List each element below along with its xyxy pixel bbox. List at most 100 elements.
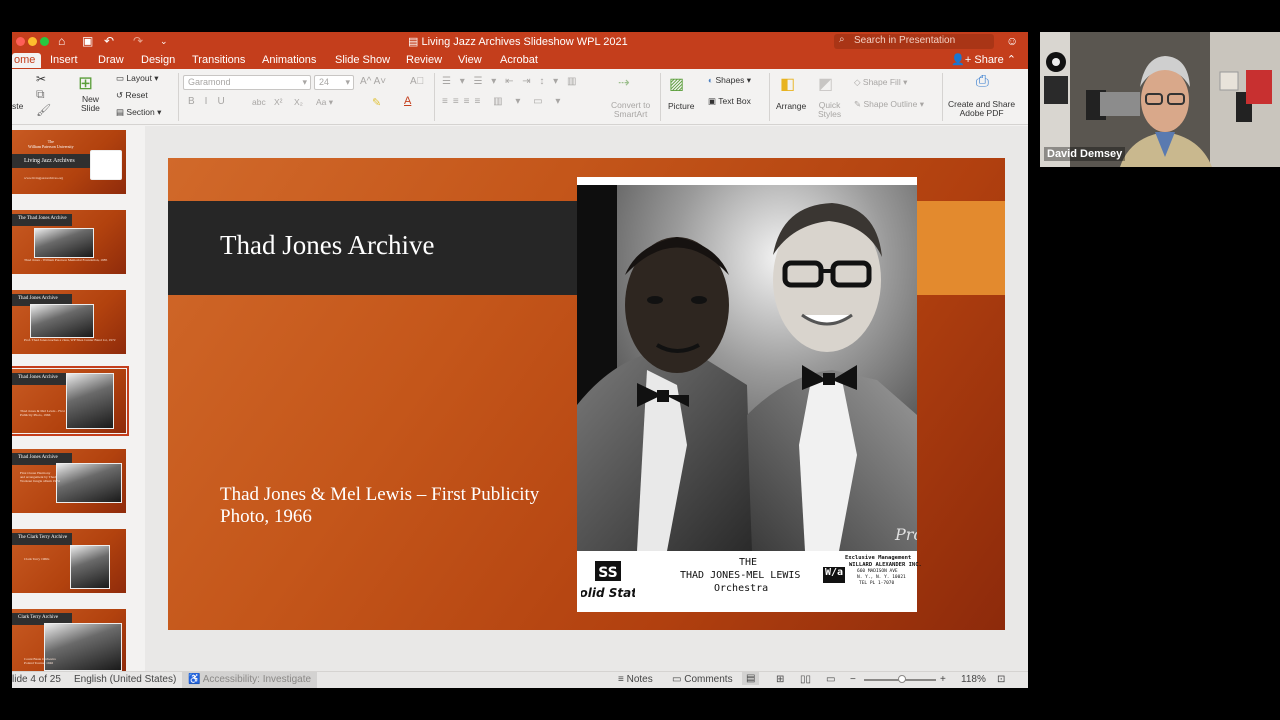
thumb-caption: First Ocean Harmony and arrangement by T… [20, 471, 60, 483]
slide-thumbnail[interactable]: The Thad Jones Archive Thad Jones - Willi… [12, 210, 126, 274]
smartart-icon[interactable]: ⇢ [618, 74, 630, 91]
strikethrough-icon[interactable]: abc [252, 97, 266, 107]
mgmt-address-2: N. Y., N. Y. 10021 [857, 575, 906, 580]
reset-button[interactable]: ↺ Reset [116, 90, 148, 101]
shape-fill-button[interactable]: ◇ Shape Fill ▾ [854, 77, 907, 88]
arrange-button[interactable]: Arrange [776, 101, 806, 111]
font-color-icon[interactable]: A [404, 95, 411, 107]
tab-review[interactable]: Review [406, 54, 442, 66]
tab-insert[interactable]: Insert [50, 54, 78, 66]
tab-ome[interactable]: ome [12, 53, 42, 68]
normal-view-icon[interactable]: ▤ [742, 672, 760, 685]
thumb-photo [44, 623, 122, 671]
new-slide-icon[interactable]: ⊞ [78, 73, 93, 94]
tab-draw[interactable]: Draw [98, 54, 124, 66]
section-button[interactable]: ▤ Section ▾ [116, 107, 161, 118]
shapes-button[interactable]: ◐ Shapes ▾ [708, 75, 751, 86]
slide-title[interactable]: Thad Jones Archive [220, 230, 434, 261]
slide-sorter-icon[interactable]: ⊞ [776, 674, 784, 685]
language-indicator[interactable]: English (United States) [74, 674, 176, 685]
layout-button[interactable]: ▭ Layout ▾ [116, 73, 159, 84]
customize-toolbar-icon[interactable]: ⌄ [160, 34, 168, 49]
grow-font-icon[interactable]: A^ A˅ [360, 76, 386, 87]
text-box-button[interactable]: ▣ Text Box [708, 96, 751, 107]
highlight-icon[interactable]: ✎ [372, 96, 381, 109]
picture-button[interactable]: Picture [668, 101, 694, 111]
zoom-level[interactable]: 118% [961, 674, 986, 685]
copy-icon[interactable]: ⧉ [36, 87, 45, 102]
search-input[interactable]: ⌕ Search in Presentation [834, 34, 994, 49]
thumb-title: The Clark Terry Archive [18, 535, 68, 540]
close-window-icon[interactable] [16, 37, 25, 46]
save-icon[interactable]: ▣ [82, 34, 93, 49]
arrange-icon[interactable]: ◧ [780, 74, 795, 94]
cut-icon[interactable]: ✂ [36, 72, 46, 86]
share-button[interactable]: 👤+ Share ⌃ [951, 53, 1016, 66]
slide-thumbnail[interactable]: Clark Terry Archive Count Basie Orchestra… [12, 609, 126, 671]
picture-icon[interactable]: ▨ [669, 74, 684, 94]
thumb-caption: Thad Jones & Mel Lewis - First Publicity… [20, 409, 65, 417]
home-icon[interactable]: ⌂ [58, 34, 65, 49]
quick-styles-icon[interactable]: ◩ [818, 74, 833, 94]
zoom-window-icon[interactable] [40, 37, 49, 46]
slide-thumbnail[interactable]: The Clark Terry Archive Clark Terry 1960s [12, 529, 126, 593]
minimize-window-icon[interactable] [28, 37, 37, 46]
slide-thumbnail[interactable]: Thad Jones Archive Thad Jones & Mel Lewis… [12, 366, 129, 436]
band-orchestra-name: THAD JONES-MEL LEWIS [680, 570, 801, 581]
zoom-out-icon[interactable]: − [850, 674, 856, 685]
reading-view-icon[interactable]: ▯▯ [800, 674, 811, 685]
thumb-photo [34, 228, 94, 258]
publicity-photo[interactable]: Pro SS Solid State THE THAD JONES-MEL LE… [577, 177, 922, 612]
slide-thumbnail[interactable]: Thad Jones Archive Prof. Thad Jones teach… [12, 290, 126, 354]
tab-transitions[interactable]: Transitions [192, 54, 245, 66]
text-case-icon[interactable]: Aa ▾ [316, 97, 333, 108]
tab-design[interactable]: Design [141, 54, 175, 66]
tab-slide-show[interactable]: Slide Show [335, 54, 390, 66]
photographer-signature: Pro [894, 525, 917, 544]
slide-caption[interactable]: Thad Jones & Mel Lewis – First Publicity… [220, 484, 540, 528]
quick-styles-button[interactable]: Quick Styles [818, 101, 841, 119]
thumb-caption: www.livingjazzarchives.org [24, 176, 64, 180]
new-slide-button[interactable]: New Slide [81, 95, 100, 113]
zoom-slider[interactable] [864, 675, 936, 683]
font-name-select[interactable]: Garamond ▾ [183, 75, 311, 90]
redo-icon[interactable]: ↷ [133, 34, 143, 49]
comments-button[interactable]: ▭ Comments [672, 674, 733, 685]
thumb-title: Thad Jones Archive [18, 296, 58, 301]
portrait-illustration: Pro [577, 185, 917, 551]
font-size-select[interactable]: 24 ▾ [314, 75, 354, 90]
undo-icon[interactable]: ↶ [104, 34, 114, 49]
convert-smartart-button[interactable]: Convert to SmartArt [611, 101, 650, 119]
subscript-icon[interactable]: X₂ [294, 97, 303, 107]
user-account-icon[interactable]: ☺ [1006, 34, 1018, 49]
list-icons[interactable]: ☰ ▾ ☰ ▾ ⇤ ⇥ ↕ ▾ ▥ [442, 76, 579, 87]
slideshow-icon[interactable]: ▭ [826, 674, 835, 685]
slide-4[interactable]: Thad Jones Archive Thad Jones & Mel Lewi… [168, 158, 1005, 630]
notes-button[interactable]: ≡ Notes [618, 674, 653, 685]
tab-acrobat[interactable]: Acrobat [500, 54, 538, 66]
shape-outline-button[interactable]: ✎ Shape Outline ▾ [854, 99, 924, 110]
format-painter-icon[interactable]: 🖌 [36, 103, 51, 117]
create-share-pdf-button[interactable]: Create and Share Adobe PDF [948, 100, 1015, 118]
tab-view[interactable]: View [458, 54, 482, 66]
section-icon: ▤ [116, 107, 127, 117]
superscript-icon[interactable]: X² [274, 97, 283, 107]
zoom-slider-thumb[interactable] [898, 675, 906, 683]
accessibility-button[interactable]: ♿ Accessibility: Investigate [182, 672, 318, 688]
text-style-icons[interactable]: BIU [188, 96, 235, 107]
adobe-pdf-share-icon[interactable]: ⎙ [976, 73, 989, 91]
willard-alexander-logo: W/a [823, 567, 845, 583]
ribbon-separator [769, 73, 770, 121]
thumb-title: The Thad Jones Archive [18, 216, 67, 221]
solid-state-records-logo: SS Solid State [581, 561, 635, 600]
thumb-photo [56, 463, 122, 503]
clear-formatting-icon[interactable]: A⃠ [410, 76, 424, 87]
slide-thumbnail[interactable]: Thad Jones Archive First Ocean Harmony an… [12, 449, 126, 513]
thumb-photo [66, 373, 114, 429]
fit-to-window-icon[interactable]: ⊡ [997, 674, 1005, 685]
paste-button[interactable]: ste [12, 101, 23, 111]
tab-animations[interactable]: Animations [262, 54, 316, 66]
align-icons[interactable]: ≡≡≡≡ ▥ ▾ ▭ ▾ [442, 96, 565, 107]
zoom-in-icon[interactable]: + [940, 674, 946, 685]
slide-thumbnail[interactable]: The William Paterson University Living Ja… [12, 130, 126, 194]
